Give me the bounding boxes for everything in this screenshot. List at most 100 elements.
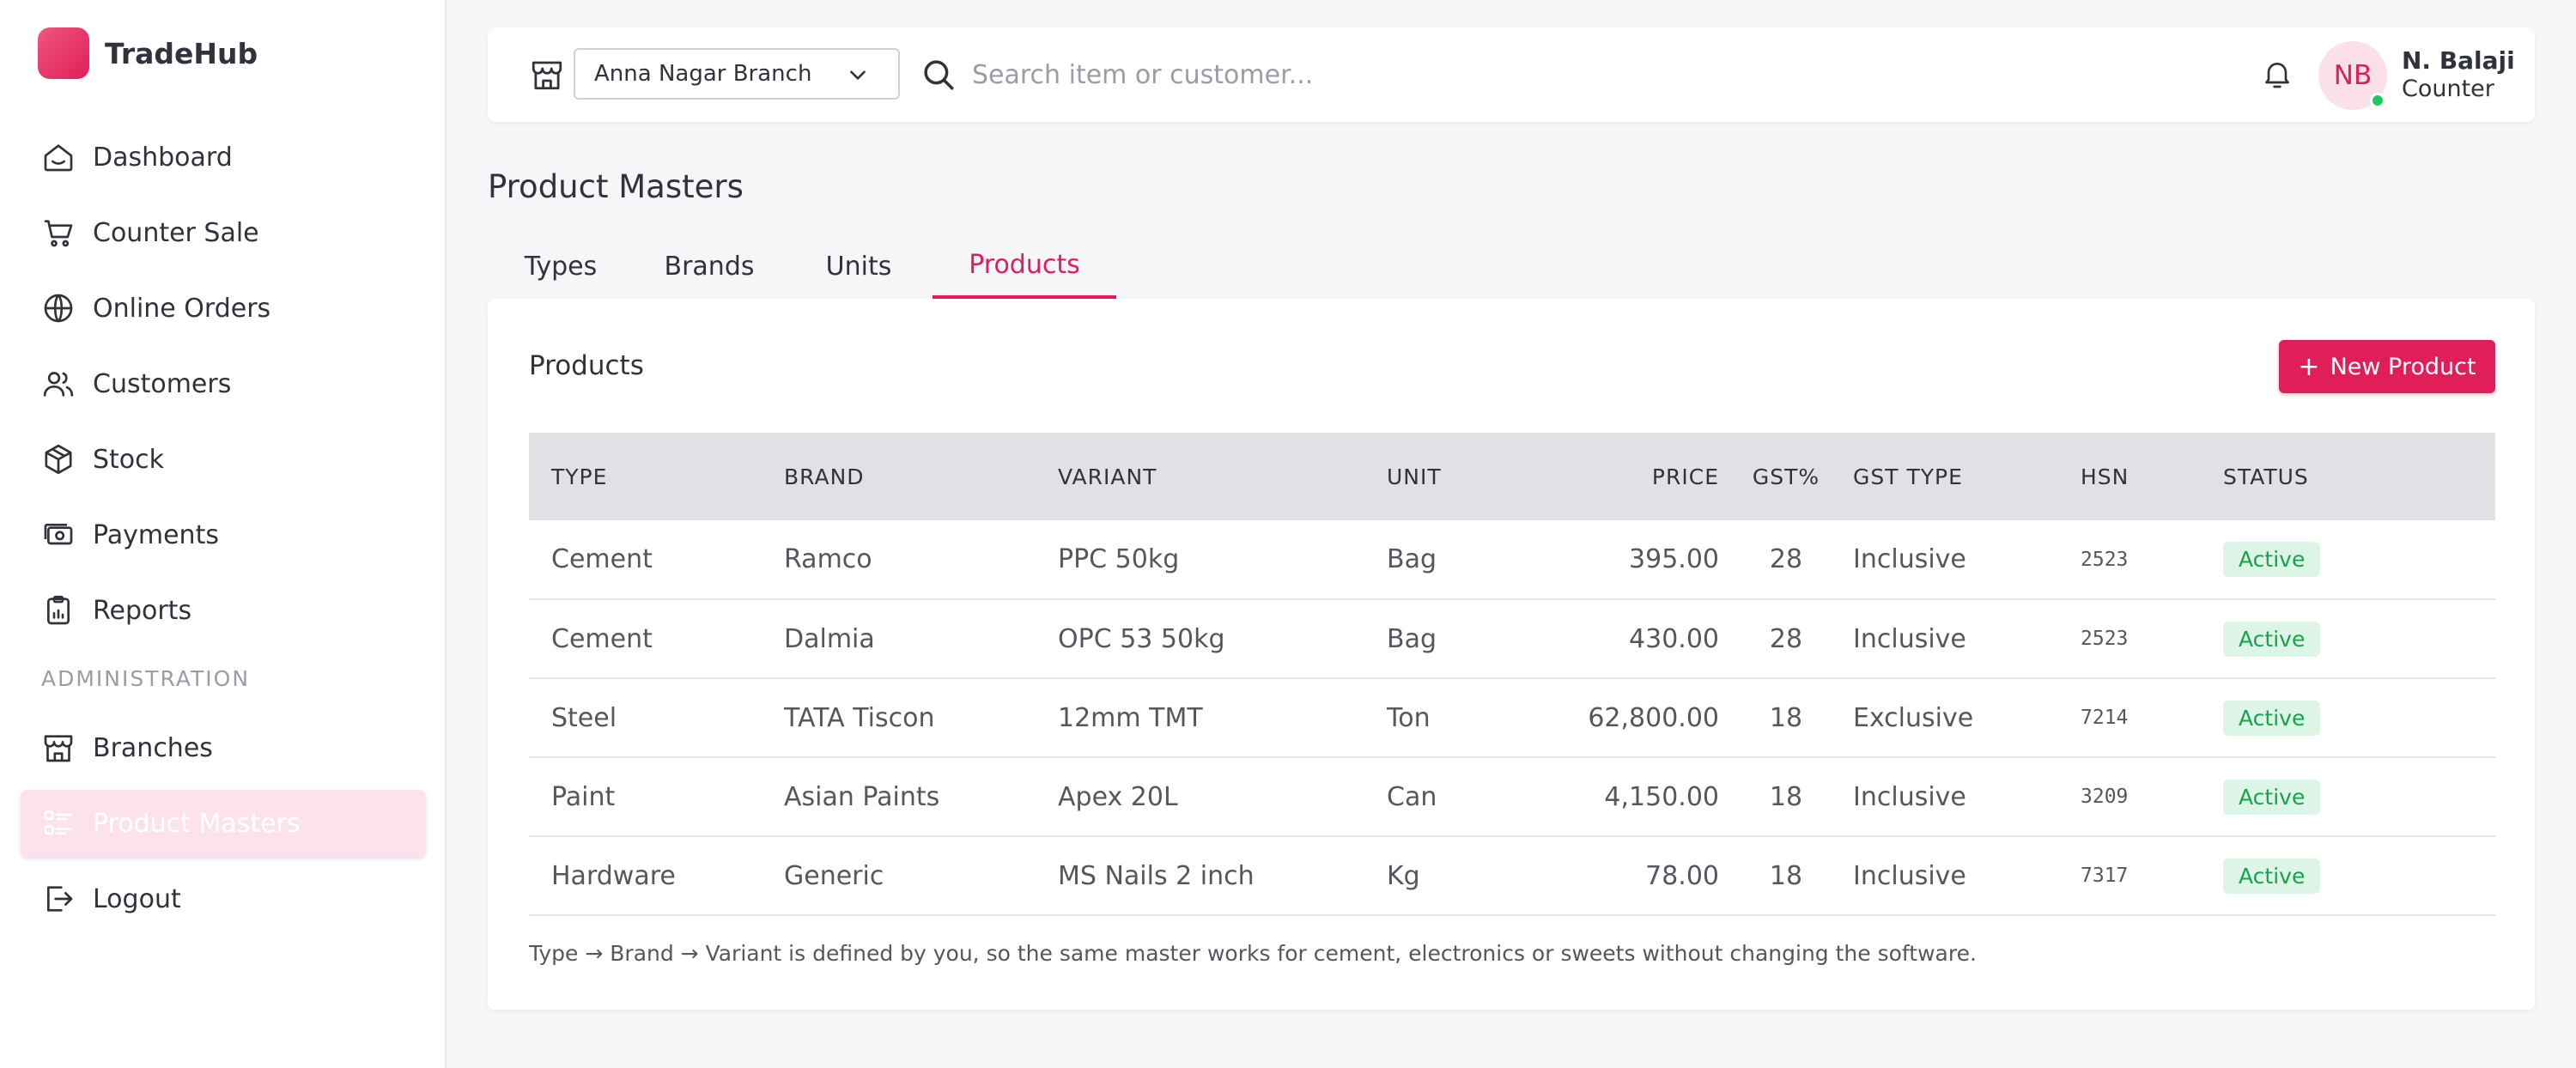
cell-gst-percent: 28 [1769,623,1803,654]
column-header-gst-percent[interactable]: GST% [1741,433,1831,520]
sidebar-item-label: Branches [93,732,213,763]
cell-unit: Bag [1387,544,1437,574]
status-badge: Active [2223,779,2321,815]
cell-gst-percent: 18 [1769,781,1803,812]
column-header-type[interactable]: TYPE [529,433,762,520]
products-table: TYPE BRAND VARIANT UNIT PRICE GST% GST T… [529,433,2495,916]
store-icon [44,735,73,762]
cell-status: Active [2201,599,2495,678]
card-title: Products [529,350,644,381]
tab-brands[interactable]: Brands [634,234,785,299]
sidebar-item-product-masters[interactable]: Product Masters [21,790,426,857]
bell-icon[interactable] [2260,57,2294,91]
cell-type: Cement [551,544,653,574]
branch-select-value: Anna Nagar Branch [594,61,812,87]
tab-bar: Types Brands Units Products [488,234,1116,299]
search-icon [924,60,954,90]
cell-type: Paint [551,781,616,812]
sidebar-section-label: ADMINISTRATION [41,666,251,691]
cell-gst-type: Inclusive [1853,544,1966,574]
sidebar: TradeHub Dashboard Counter Sale Online O… [0,0,447,1068]
brand-logo [38,27,89,79]
sidebar-item-label: Product Masters [93,808,301,839]
branch-select[interactable]: Anna Nagar Branch [574,48,900,100]
table-header-row: TYPE BRAND VARIANT UNIT PRICE GST% GST T… [529,433,2495,520]
sidebar-item-branches[interactable]: Branches [21,714,426,781]
tab-units[interactable]: Units [785,234,933,299]
cell-status: Active [2201,678,2495,757]
brand[interactable]: TradeHub [38,27,258,79]
column-header-hsn[interactable]: HSN [2058,433,2201,520]
sidebar-item-label: Stock [93,444,165,475]
sidebar-item-dashboard[interactable]: Dashboard [21,124,426,191]
column-header-status[interactable]: STATUS [2201,433,2495,520]
cell-gst-type: Inclusive [1853,860,1966,891]
cell-unit: Kg [1387,860,1420,891]
column-header-gst-type[interactable]: GST TYPE [1831,433,2058,520]
home-icon [44,144,73,172]
chevron-down-icon [850,70,866,80]
cell-brand: TATA Tiscon [784,702,935,733]
cell-price: 430.00 [1629,623,1719,654]
cell-price: 4,150.00 [1604,781,1719,812]
users-icon [43,372,74,397]
cell-brand: Asian Paints [784,781,940,812]
cell-status: Active [2201,757,2495,836]
sidebar-item-label: Logout [93,883,181,914]
sidebar-item-payments[interactable]: Payments [21,501,426,568]
table-row[interactable]: Cement Ramco PPC 50kg Bag 395.00 28 Incl… [529,520,2495,599]
table-row[interactable]: Paint Asian Paints Apex 20L Can 4,150.00… [529,757,2495,836]
column-header-unit[interactable]: UNIT [1364,433,1516,520]
cell-variant: MS Nails 2 inch [1058,860,1255,891]
cell-brand: Dalmia [784,623,875,654]
status-badge: Active [2223,858,2321,894]
cell-brand: Ramco [784,544,872,574]
page-title: Product Masters [488,168,744,205]
table-row[interactable]: Hardware Generic MS Nails 2 inch Kg 78.0… [529,836,2495,915]
cell-price: 395.00 [1629,544,1719,574]
topbar: Anna Nagar Branch NB N. Balaji Counter [488,27,2535,122]
cell-hsn: 2523 [2081,628,2129,650]
cell-hsn: 7214 [2081,707,2129,729]
avatar[interactable]: NB [2318,41,2387,110]
sidebar-item-label: Counter Sale [93,217,259,248]
status-badge: Active [2223,621,2321,657]
cell-gst-type: Exclusive [1853,702,1974,733]
cell-hsn: 3209 [2081,786,2129,808]
table-row[interactable]: Cement Dalmia OPC 53 50kg Bag 430.00 28 … [529,599,2495,678]
cell-gst-type: Inclusive [1853,781,1966,812]
search-input[interactable] [972,52,1745,98]
sidebar-item-online-orders[interactable]: Online Orders [21,275,426,342]
cell-gst-percent: 18 [1769,702,1803,733]
cell-gst-percent: 18 [1769,860,1803,891]
column-header-brand[interactable]: BRAND [762,433,1036,520]
box-icon [45,444,72,475]
cell-status: Active [2201,520,2495,599]
sidebar-item-reports[interactable]: Reports [21,577,426,644]
sidebar-item-logout[interactable]: Logout [21,865,426,932]
table-row[interactable]: Steel TATA Tiscon 12mm TMT Ton 62,800.00… [529,678,2495,757]
cell-variant: PPC 50kg [1058,544,1180,574]
tab-products[interactable]: Products [933,234,1116,299]
brand-name: TradeHub [105,36,258,70]
cell-hsn: 2523 [2081,548,2129,571]
cell-unit: Ton [1387,702,1431,733]
sidebar-item-customers[interactable]: Customers [21,350,426,417]
footnote: Type → Brand → Variant is defined by you… [529,941,1977,966]
cash-icon [44,524,73,545]
logout-icon [47,886,73,912]
cell-gst-type: Inclusive [1853,623,1966,654]
sidebar-item-stock[interactable]: Stock [21,426,426,493]
sidebar-item-counter-sale[interactable]: Counter Sale [21,199,426,266]
tab-types[interactable]: Types [488,234,634,299]
list-icon [44,810,73,834]
cell-type: Steel [551,702,617,733]
cell-unit: Bag [1387,623,1437,654]
status-badge: Active [2223,700,2321,736]
cell-variant: Apex 20L [1058,781,1178,812]
column-header-variant[interactable]: VARIANT [1036,433,1364,520]
new-product-label: New Product [2330,353,2476,380]
new-product-button[interactable]: + New Product [2279,340,2495,393]
column-header-price[interactable]: PRICE [1516,433,1741,520]
cell-price: 62,800.00 [1588,702,1719,733]
